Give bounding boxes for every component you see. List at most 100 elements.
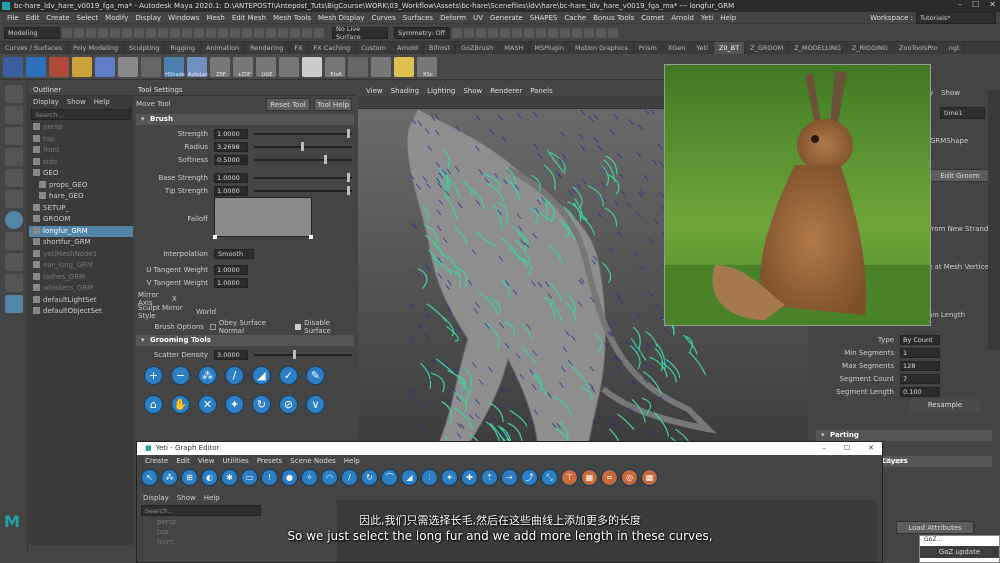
- outliner-search[interactable]: Search...: [31, 109, 131, 120]
- status-tool-icon[interactable]: [158, 27, 168, 38]
- groom-tool-icon[interactable]: ∨: [306, 395, 325, 414]
- graph-menu-item[interactable]: Edit: [176, 457, 190, 465]
- status-tool-icon[interactable]: [584, 27, 594, 38]
- graph-node-icon[interactable]: ◢: [401, 468, 418, 486]
- menu-generate[interactable]: Generate: [490, 14, 523, 22]
- groom-tool-icon[interactable]: +: [144, 366, 163, 385]
- shelf-tab[interactable]: Poly Modeling: [68, 42, 124, 54]
- outliner-item[interactable]: top: [29, 134, 133, 146]
- status-tool-icon[interactable]: [170, 27, 180, 38]
- viewport-menu-item[interactable]: Renderer: [490, 87, 522, 95]
- layout-outliner-icon[interactable]: [5, 295, 23, 313]
- status-tool-icon[interactable]: [134, 27, 144, 38]
- shelf-button-icon[interactable]: [141, 56, 161, 77]
- slider-knob[interactable]: [323, 154, 327, 164]
- graph-node-icon[interactable]: ≈: [601, 468, 618, 486]
- rotate-tool-icon[interactable]: [5, 169, 23, 187]
- tool-settings-tab[interactable]: Tool Settings: [134, 85, 356, 96]
- graph-node-icon[interactable]: ▭: [241, 468, 258, 486]
- shelf-tab[interactable]: ngt: [944, 42, 966, 54]
- outliner-item[interactable]: SETUP_: [29, 203, 133, 215]
- disable-surface-checkbox[interactable]: [295, 323, 302, 330]
- shelf-button-icon[interactable]: [26, 56, 46, 77]
- select-tool-icon[interactable]: [5, 85, 23, 103]
- outliner-item[interactable]: GROOM: [29, 214, 133, 226]
- graph-node-icon[interactable]: ◎: [621, 468, 638, 486]
- graph-menu-item[interactable]: Presets: [257, 457, 282, 465]
- groom-tool-icon[interactable]: ✓: [279, 366, 298, 385]
- status-tool-icon[interactable]: [86, 27, 96, 38]
- grooming-tools-section[interactable]: Grooming Tools: [136, 335, 354, 346]
- graph-node-icon[interactable]: ✚: [461, 468, 478, 486]
- status-tool-icon[interactable]: [572, 27, 582, 38]
- status-tool-icon[interactable]: [74, 27, 84, 38]
- shelf-tab[interactable]: Rendering: [245, 42, 290, 54]
- outliner-item[interactable]: longfur_GRM: [29, 225, 133, 237]
- outliner-menu-item[interactable]: Display: [33, 98, 59, 106]
- shelf-button-icon[interactable]: [72, 56, 92, 77]
- menu-help[interactable]: Help: [720, 14, 736, 22]
- status-tool-icon[interactable]: [182, 27, 192, 38]
- shelf-button-icon[interactable]: HShade: [164, 56, 185, 78]
- menu-mesh-tools[interactable]: Mesh Tools: [273, 14, 311, 22]
- shelf-button-icon[interactable]: AutoLoc: [187, 56, 208, 78]
- parting-section[interactable]: Parting: [816, 430, 992, 441]
- status-tool-icon[interactable]: [206, 27, 216, 38]
- param-field[interactable]: 1.0000: [214, 172, 248, 183]
- status-tool-icon[interactable]: [464, 27, 474, 38]
- graph-menu-item[interactable]: Help: [344, 457, 360, 465]
- shelf-tab[interactable]: ZooToolsPro: [894, 42, 944, 54]
- shelf-tab[interactable]: Z_MODELLING: [789, 42, 847, 54]
- menu-arnold[interactable]: Arnold: [671, 14, 694, 22]
- status-tool-icon[interactable]: [524, 27, 534, 38]
- layout-single-icon[interactable]: [5, 232, 23, 250]
- shelf-tab[interactable]: Z_GROOM: [745, 42, 790, 54]
- param-slider[interactable]: [254, 172, 352, 182]
- live-surface-field[interactable]: No Live Surface: [332, 25, 388, 41]
- graph-node-icon[interactable]: ⊞: [181, 468, 198, 486]
- shelf-tab[interactable]: Sculpting: [124, 42, 166, 54]
- maximize-icon[interactable]: ☐: [972, 0, 979, 9]
- graph-menu-item[interactable]: Utilities: [222, 457, 248, 465]
- graph-menu-item[interactable]: Create: [145, 457, 168, 465]
- status-tool-icon[interactable]: [560, 27, 570, 38]
- reset-tool-button[interactable]: Reset Tool: [266, 97, 310, 111]
- graph-node-icon[interactable]: /: [341, 468, 358, 486]
- menu-uv[interactable]: UV: [473, 14, 483, 22]
- slider-knob[interactable]: [347, 128, 351, 138]
- status-tool-icon[interactable]: [536, 27, 546, 38]
- graph-node-icon[interactable]: ◠: [321, 468, 338, 486]
- menu-comet[interactable]: Comet: [641, 14, 664, 22]
- outliner-item[interactable]: whiskers_GRM: [29, 283, 133, 295]
- mirror-axis-value[interactable]: X: [172, 295, 177, 303]
- shelf-button-icon[interactable]: [118, 56, 138, 77]
- outliner-menu-item[interactable]: Help: [94, 98, 110, 106]
- scale-tool-icon[interactable]: [5, 190, 23, 208]
- layout-two-icon[interactable]: [5, 274, 23, 292]
- param-slider[interactable]: [254, 141, 352, 151]
- status-tool-icon[interactable]: [488, 27, 498, 38]
- interpolation-dropdown[interactable]: Smooth: [214, 248, 254, 259]
- graph-node-icon[interactable]: ⁂: [161, 468, 178, 486]
- graph-menu-item[interactable]: Scene Nodes: [290, 457, 335, 465]
- graph-node-icon[interactable]: ▩: [641, 468, 658, 486]
- shelf-button-icon[interactable]: [95, 56, 115, 77]
- groom-tool-icon[interactable]: ✕: [198, 395, 217, 414]
- groom-tool-icon[interactable]: ⌂: [144, 395, 163, 414]
- outliner-item[interactable]: persp: [29, 122, 133, 134]
- shelf-tab[interactable]: Yeti: [691, 42, 714, 54]
- status-tool-icon[interactable]: [596, 27, 606, 38]
- status-tool-icon[interactable]: [218, 27, 228, 38]
- menu-mesh-display[interactable]: Mesh Display: [318, 14, 364, 22]
- status-tool-icon[interactable]: [110, 27, 120, 38]
- graph-node-icon[interactable]: ⇡: [481, 468, 498, 486]
- mirror-style-value[interactable]: World: [196, 308, 216, 316]
- outliner-item[interactable]: props_GEO: [29, 180, 133, 192]
- groom-tool-icon[interactable]: /: [225, 366, 244, 385]
- status-tool-icon[interactable]: [266, 27, 276, 38]
- param-field[interactable]: 1.0000: [214, 185, 248, 196]
- attr-field[interactable]: By Count: [900, 334, 940, 345]
- menu-edit[interactable]: Edit: [26, 14, 40, 22]
- scatter-density-field[interactable]: 3.0000: [214, 349, 248, 360]
- graph-maximize-icon[interactable]: ☐: [844, 442, 850, 455]
